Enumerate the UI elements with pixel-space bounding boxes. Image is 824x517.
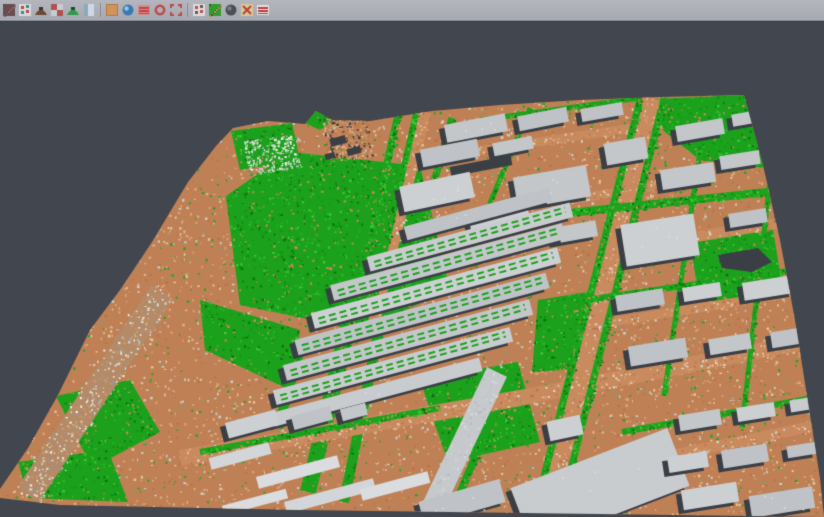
elevation-bands-icon[interactable] xyxy=(137,3,151,17)
render-sphere-icon[interactable] xyxy=(224,3,238,17)
ortho-image-icon[interactable] xyxy=(105,3,119,17)
terrain-model-icon[interactable] xyxy=(34,3,48,17)
toolbar-separator xyxy=(100,3,101,17)
toolbar-separator xyxy=(187,3,188,17)
align-points-icon[interactable] xyxy=(18,3,32,17)
dsm-icon[interactable] xyxy=(66,3,80,17)
rect-select-icon[interactable] xyxy=(169,3,183,17)
import-cloud-icon[interactable] xyxy=(2,3,16,17)
main-toolbar xyxy=(0,0,824,21)
classification-map-icon[interactable] xyxy=(208,3,222,17)
app-window xyxy=(0,0,824,517)
circle-select-icon[interactable] xyxy=(153,3,167,17)
viewport-3d[interactable] xyxy=(0,21,824,517)
side-panel-icon[interactable] xyxy=(82,3,96,17)
clip-box-icon[interactable] xyxy=(240,3,254,17)
viewport-canvas[interactable] xyxy=(0,21,824,517)
texture-icon[interactable] xyxy=(192,3,206,17)
globe-icon[interactable] xyxy=(121,3,135,17)
save-mesh-icon[interactable] xyxy=(50,3,64,17)
measure-bands-icon[interactable] xyxy=(256,3,270,17)
